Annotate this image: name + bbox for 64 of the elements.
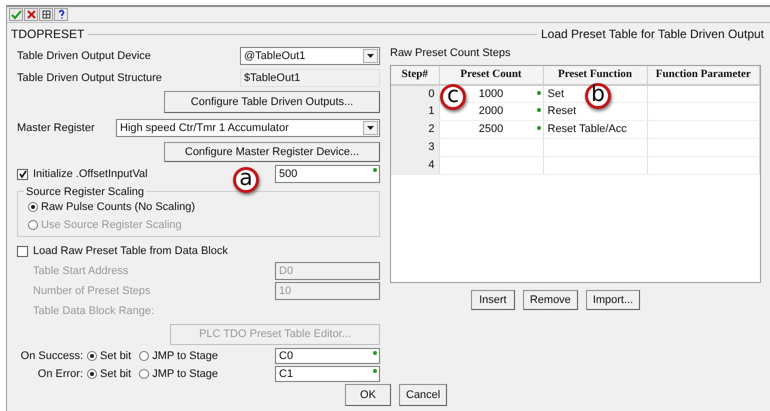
input-field[interactable]: C1 (275, 366, 380, 382)
indicator-dot (536, 108, 540, 112)
radio-label: Use Source Register Scaling (41, 218, 182, 233)
input-field[interactable]: 500 (275, 165, 380, 183)
checkbox-label: Initialize .OffsetInputVal (33, 166, 148, 182)
action-button[interactable]: Remove (522, 290, 578, 310)
radio-label: JMP to Stage (152, 366, 218, 382)
help-icon (56, 9, 66, 20)
dialog-button[interactable]: Cancel (399, 384, 448, 406)
dropdown-field[interactable]: High speed Ctr/Tmr 1 Accumulator (116, 119, 380, 137)
indicator-dot (373, 168, 377, 172)
indicator-dot (536, 126, 540, 130)
field-label: Master Register (17, 120, 95, 136)
table-cell: 2500 (439, 120, 543, 138)
readonly-field: $TableOut1 (240, 69, 380, 87)
radio-label: Raw Pulse Counts (No Scaling) (41, 200, 196, 215)
column-header: Preset Function (543, 66, 647, 84)
radio-button[interactable] (139, 351, 150, 361)
checkbox[interactable] (17, 168, 28, 180)
table-cell: 2 (391, 120, 439, 138)
check-button[interactable] (9, 8, 23, 21)
radio-label: JMP to Stage (152, 348, 218, 364)
field-label: Table Data Block Range: (33, 304, 154, 319)
field-label: Table Start Address (33, 264, 128, 279)
table-cell: 4 (391, 156, 439, 174)
configure-button[interactable]: Configure Master Register Device... (164, 142, 380, 162)
close-button[interactable] (24, 8, 38, 21)
action-button[interactable]: Import... (586, 290, 640, 310)
table-cell: 3 (391, 138, 439, 156)
indicator-dot (373, 369, 377, 373)
table-cell: Reset Table/Acc (543, 120, 647, 138)
checkbox[interactable] (17, 246, 28, 256)
radio-label: Set bit (100, 366, 132, 382)
table-title: Raw Preset Count Steps (390, 46, 512, 61)
indicator-dot (373, 351, 377, 355)
table-cell: 1 (391, 102, 439, 120)
field-label: Table Driven Output Device (17, 48, 151, 64)
dropdown-field[interactable]: @TableOut1 (240, 47, 380, 65)
close-icon (26, 9, 36, 20)
radio-label: Set bit (100, 348, 132, 364)
column-header: Step# (391, 66, 439, 84)
configure-button[interactable]: Configure Table Driven Outputs... (164, 91, 380, 113)
radio-button[interactable] (139, 369, 150, 379)
action-button[interactable]: Insert (470, 290, 515, 310)
window-title: TDOPRESET (11, 26, 84, 43)
input-field[interactable]: C0 (275, 348, 380, 364)
check-icon (10, 9, 22, 20)
radio-button[interactable] (87, 369, 97, 379)
group-title: Source Register Scaling (24, 184, 146, 200)
grid-icon (40, 9, 52, 20)
field-label: On Error: (36, 366, 83, 382)
checkbox-label: Load Raw Preset Table from Data Block (33, 244, 228, 259)
indicator-dot (536, 90, 540, 94)
help-button[interactable] (54, 8, 68, 21)
field-label: Number of Preset Steps (33, 284, 150, 299)
column-header: Function Parameter (647, 66, 760, 84)
radio-button[interactable] (28, 202, 38, 212)
field-label: On Success: (20, 348, 83, 364)
radio-button[interactable] (87, 351, 97, 361)
grid-button[interactable] (39, 8, 53, 21)
dialog-button[interactable]: OK (345, 384, 391, 406)
column-header: Preset Count (439, 66, 543, 84)
window-subtitle: Load Preset Table for Table Driven Output (540, 26, 764, 43)
field-label: Table Driven Output Structure (17, 70, 162, 86)
